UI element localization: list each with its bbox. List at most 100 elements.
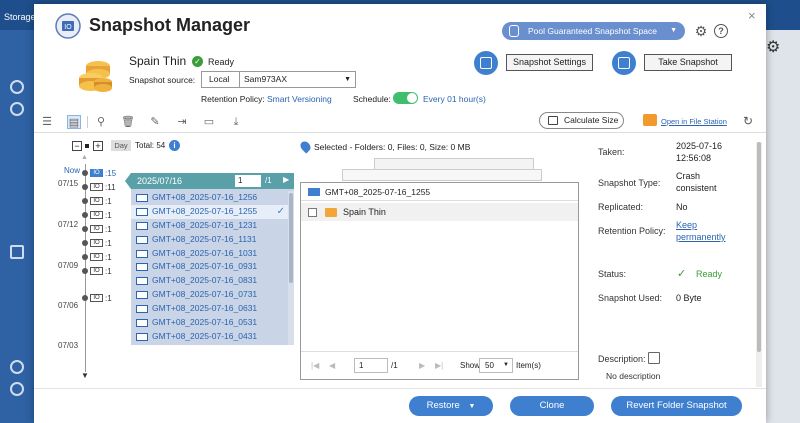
snapshot-settings-button[interactable]: Snapshot Settings <box>506 54 593 71</box>
snapshot-manager-logo-icon: IO <box>55 13 81 39</box>
next-page-icon[interactable]: ▶ <box>283 175 289 184</box>
calculator-icon <box>548 116 558 125</box>
page-of: /1 <box>391 361 398 370</box>
show-label: Show <box>460 361 481 370</box>
snapshot-list-page-total: /1 <box>265 176 272 185</box>
timeline-count: :11 <box>105 183 116 192</box>
retention-link-line1[interactable]: Keep <box>676 220 697 230</box>
snapshot-list-item[interactable]: GMT+08_2025-07-16_1231 <box>131 219 288 233</box>
next-page-icon[interactable]: ▶ <box>419 361 425 370</box>
folder-icon[interactable]: ▭ <box>202 115 216 129</box>
timeline-node[interactable] <box>82 184 88 190</box>
timeline-snapshot-icon[interactable]: IO <box>90 197 103 205</box>
snapshot-list-item[interactable]: GMT+08_2025-07-16_0831 <box>131 274 288 288</box>
close-icon[interactable]: × <box>748 8 756 23</box>
calendar-icon[interactable] <box>474 51 498 75</box>
prev-page-icon[interactable]: ◀ <box>329 361 335 370</box>
timeline-snapshot-icon[interactable]: IO <box>90 239 103 247</box>
snapshot-source-select[interactable]: Local Sam973AX ▼ <box>201 71 356 88</box>
timeline-node[interactable] <box>82 240 88 246</box>
snapshot-list-item[interactable]: GMT+08_2025-07-16_1256 <box>131 191 288 205</box>
snapshot-name: GMT+08_2025-07-16_0931 <box>152 261 258 272</box>
snapshot-list-item[interactable]: GMT+08_2025-07-16_0731 <box>131 288 288 302</box>
clone-button[interactable]: Clone <box>510 396 594 416</box>
timeline-snapshot-icon[interactable]: IO <box>90 294 103 302</box>
schedule-value: Every 01 hour(s) <box>423 94 486 104</box>
description-label: Description: <box>598 354 646 364</box>
timeline-snapshot-icon[interactable]: IO <box>90 225 103 233</box>
first-page-icon[interactable]: |◀ <box>311 361 319 370</box>
timeline-node[interactable] <box>82 226 88 232</box>
info-icon[interactable]: i <box>169 140 180 151</box>
schedule-toggle[interactable] <box>393 92 418 104</box>
total-count: Total: 54 <box>135 141 166 150</box>
search-icon[interactable]: ⚲ <box>94 115 108 129</box>
calculate-size-button[interactable]: Calculate Size <box>539 112 624 129</box>
file-station-icon[interactable] <box>643 114 657 126</box>
take-snapshot-button[interactable]: Take Snapshot <box>644 54 732 71</box>
retention-link-line2[interactable]: permanently <box>676 232 726 242</box>
delete-icon[interactable]: 🗑 <box>121 115 135 129</box>
timeline-snapshot-icon[interactable]: IO <box>90 253 103 261</box>
timeline-node[interactable] <box>82 212 88 218</box>
pool-snapshot-space-button[interactable]: Pool Guaranteed Snapshot Space ▼ <box>502 22 685 40</box>
timeline-node[interactable] <box>82 295 88 301</box>
settings-gear-icon[interactable]: ⚙ <box>693 23 709 39</box>
zoom-out-button[interactable]: − <box>72 141 82 151</box>
file-row[interactable]: Spain Thin <box>301 203 578 221</box>
retention-label: Retention Policy: <box>598 226 666 236</box>
snapshot-list-item[interactable]: GMT+08_2025-07-16_0531 <box>131 316 288 330</box>
restore-button[interactable]: Restore ▼ <box>409 396 493 416</box>
replicated-label: Replicated: <box>598 202 644 212</box>
snapshot-list-item[interactable]: GMT+08_2025-07-16_0431 <box>131 330 288 344</box>
timeline-view-icon[interactable]: ▤ <box>67 115 81 129</box>
timeline-node[interactable] <box>82 170 88 176</box>
snapshot-list: GMT+08_2025-07-16_1256 GMT+08_2025-07-16… <box>131 191 288 345</box>
timeline-count: :1 <box>105 267 112 276</box>
location-pin-icon <box>298 139 313 154</box>
disk-icon <box>10 245 24 259</box>
download-icon[interactable]: ⤓ <box>229 115 243 129</box>
snapshot-list-scrollbar[interactable] <box>288 191 294 345</box>
page-size-select[interactable]: 50 ▼ <box>479 358 513 373</box>
timeline-node[interactable] <box>82 254 88 260</box>
snapshot-list-item[interactable]: GMT+08_2025-07-16_1031 <box>131 247 288 261</box>
row-checkbox[interactable] <box>308 208 317 217</box>
export-icon[interactable]: ⇥ <box>175 115 189 129</box>
timeline-snapshot-icon[interactable]: IO <box>90 211 103 219</box>
background-right-panel <box>766 30 800 423</box>
snapshot-list-item[interactable]: GMT+08_2025-07-16_0631 <box>131 302 288 316</box>
revert-folder-snapshot-button[interactable]: Revert Folder Snapshot <box>611 396 742 416</box>
properties-scrollbar[interactable] <box>756 142 762 387</box>
timeline-snapshot-icon[interactable]: IO <box>90 169 103 177</box>
timeline-date: 07/15 <box>58 179 79 188</box>
timeline-down-icon[interactable]: ▼ <box>81 371 89 380</box>
footer-divider <box>34 388 766 389</box>
timeline-node[interactable] <box>82 268 88 274</box>
dialog-title: Snapshot Manager <box>89 15 251 35</box>
page-input[interactable]: 1 <box>354 358 388 373</box>
taken-date: 2025-07-16 <box>676 141 723 151</box>
edit-description-icon[interactable] <box>648 352 660 364</box>
snapshot-icon <box>136 194 148 202</box>
last-page-icon[interactable]: ▶| <box>435 361 443 370</box>
help-icon[interactable]: ? <box>714 24 728 38</box>
snapshot-list-page-input[interactable]: 1 <box>235 175 261 187</box>
list-view-icon[interactable]: ☰ <box>40 115 54 129</box>
take-snapshot-icon[interactable] <box>612 51 636 75</box>
timeline-snapshot-icon[interactable]: IO <box>90 267 103 275</box>
snapshot-type-label: Snapshot Type: <box>598 178 661 188</box>
snapshot-list-item[interactable]: GMT+08_2025-07-16_1131 <box>131 233 288 247</box>
timeline-snapshot-icon[interactable]: IO <box>90 183 103 191</box>
zoom-in-button[interactable]: + <box>93 141 103 151</box>
edit-icon[interactable]: ✎ <box>148 115 162 129</box>
snapshot-list-item[interactable]: GMT+08_2025-07-16_1255 ✓ <box>131 204 288 219</box>
timeline-mode-badge[interactable]: Day <box>111 140 131 151</box>
timeline-node[interactable] <box>82 198 88 204</box>
background-gear-icon: ⚙ <box>766 39 781 56</box>
refresh-icon[interactable]: ↻ <box>743 114 753 128</box>
snapshot-list-item[interactable]: GMT+08_2025-07-16_0931 <box>131 260 288 274</box>
timeline-up-icon[interactable]: ▲ <box>81 154 88 161</box>
snapshot-list-date: 2025/07/16 <box>137 176 183 186</box>
open-in-file-station-link[interactable]: Open in File Station <box>661 117 727 126</box>
